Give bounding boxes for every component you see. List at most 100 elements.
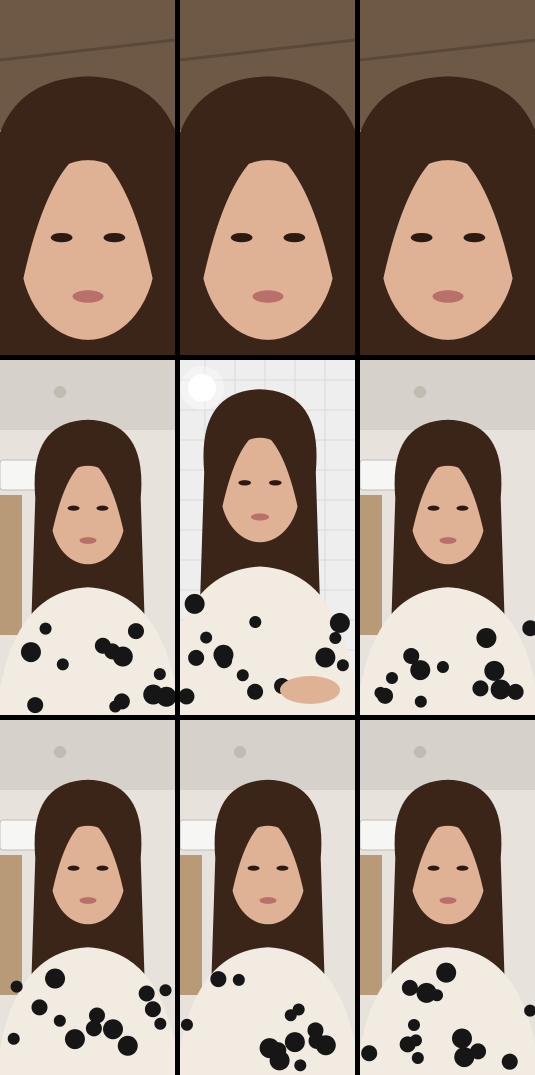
pajama-dot xyxy=(27,697,44,714)
pajama-dot xyxy=(138,985,155,1002)
pajama-dot xyxy=(501,1053,518,1070)
scene-image xyxy=(360,360,535,715)
right-eye xyxy=(283,232,306,243)
ceiling-light-icon xyxy=(54,386,66,398)
pajama-dot xyxy=(484,660,505,681)
pajama-dot xyxy=(10,980,23,993)
pajama-dot xyxy=(270,1042,287,1059)
scene-image xyxy=(360,0,535,355)
pajama-dot xyxy=(436,962,457,983)
ceiling xyxy=(360,720,535,790)
left-eye xyxy=(67,505,80,511)
left-eye xyxy=(427,505,440,511)
left-eye xyxy=(50,232,73,243)
pajama-dot xyxy=(451,1028,472,1049)
pajama-dot xyxy=(45,968,66,989)
right-eye xyxy=(269,480,282,486)
pajama-dot xyxy=(144,1001,161,1018)
pajama-dot xyxy=(31,999,48,1016)
ceiling-light-icon xyxy=(54,746,66,758)
frame-7-room-touching-hair xyxy=(0,720,175,1075)
right-eye xyxy=(96,505,109,511)
pajama-dot xyxy=(292,1003,305,1016)
wooden-door xyxy=(0,855,22,995)
frame-1-closeup-headboard xyxy=(0,0,175,355)
ceiling xyxy=(360,360,535,430)
scene-image xyxy=(180,0,355,355)
frame-2-closeup-hand-in-hair xyxy=(180,0,355,355)
right-eye xyxy=(276,865,289,871)
pajama-dot xyxy=(94,637,111,654)
scene-image xyxy=(180,720,355,1075)
pajama-dot xyxy=(284,1032,305,1053)
pajama-dot xyxy=(472,680,489,697)
lips xyxy=(251,513,269,521)
pajama-dot xyxy=(236,669,249,682)
left-eye xyxy=(230,232,253,243)
pajama-dot xyxy=(159,984,172,997)
wooden-door xyxy=(180,855,202,995)
lips xyxy=(79,897,97,904)
pajama-dot xyxy=(470,1043,487,1060)
pajama-dot xyxy=(53,1014,66,1027)
pajama-dot xyxy=(117,1035,138,1056)
pajama-dot xyxy=(153,668,166,681)
frame-4-room-air-conditioner xyxy=(0,360,175,715)
pajama-dot xyxy=(294,1059,307,1072)
photo-collage-grid xyxy=(0,0,535,1075)
pajama-dot xyxy=(64,1029,85,1050)
pajama-dot xyxy=(385,671,398,684)
lips xyxy=(252,290,284,303)
wooden-door xyxy=(360,855,382,995)
lips xyxy=(79,537,97,544)
scene-image xyxy=(180,360,355,715)
pajama-dot xyxy=(20,642,41,663)
pajama-dot xyxy=(184,593,205,614)
pajama-dot xyxy=(407,1018,420,1031)
pajama-dot xyxy=(113,693,130,710)
right-eye xyxy=(96,865,109,871)
left-eye xyxy=(247,865,260,871)
pajama-dot xyxy=(329,631,342,644)
left-eye xyxy=(67,865,80,871)
pajama-dot xyxy=(247,683,264,700)
pajama-dot xyxy=(315,647,336,668)
pajama-dot xyxy=(414,695,427,708)
scene-image xyxy=(360,720,535,1075)
right-eye xyxy=(456,865,469,871)
lips xyxy=(432,290,464,303)
ceiling xyxy=(0,720,175,790)
wooden-door xyxy=(360,495,382,635)
scene-image xyxy=(0,360,175,715)
ceiling-light-icon xyxy=(414,386,426,398)
pajama-dot xyxy=(210,971,227,988)
lips xyxy=(439,897,457,904)
ceiling xyxy=(0,360,175,430)
pajama-dot xyxy=(403,647,420,664)
pajama-dot xyxy=(401,979,418,996)
left-eye xyxy=(410,232,433,243)
wooden-door xyxy=(0,495,22,635)
pajama-dot xyxy=(490,679,511,700)
light-glow xyxy=(180,366,224,410)
pajama-dot xyxy=(476,627,497,648)
pajama-dot xyxy=(85,1020,102,1037)
pajama-dot xyxy=(39,622,52,635)
pajama-dot xyxy=(308,1032,325,1049)
pajama-dot xyxy=(411,1051,424,1064)
right-eye xyxy=(463,232,486,243)
pajama-dot xyxy=(188,649,205,666)
frame-5-bathroom-ceiling-light xyxy=(180,360,355,715)
left-eye xyxy=(427,865,440,871)
frame-3-closeup-pajama xyxy=(360,0,535,355)
scene-image xyxy=(0,0,175,355)
pajama-dot xyxy=(232,973,245,986)
pajama-dot xyxy=(399,1036,416,1053)
lips xyxy=(259,897,277,904)
right-eye xyxy=(456,505,469,511)
pajama-dot xyxy=(329,612,350,633)
hand xyxy=(280,676,340,704)
pajama-dot xyxy=(112,646,133,667)
frame-8-room-half-up-hair xyxy=(180,720,355,1075)
pajama-dot xyxy=(249,615,262,628)
